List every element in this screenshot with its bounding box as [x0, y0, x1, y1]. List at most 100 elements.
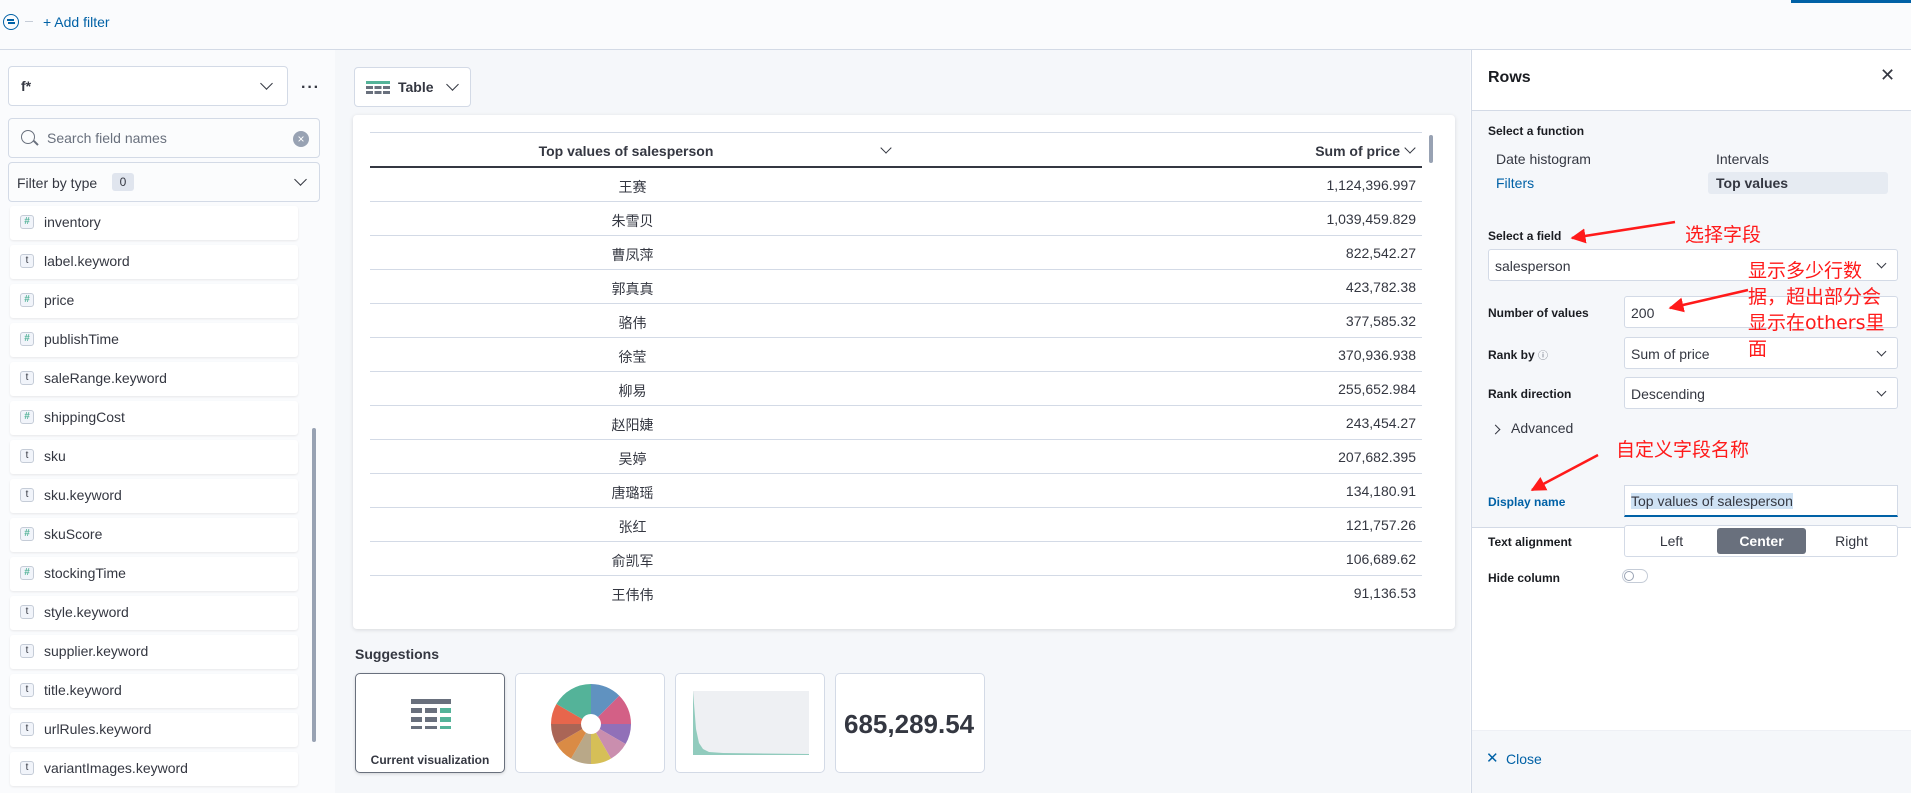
field-item[interactable]: t sku.keyword	[10, 479, 298, 513]
field-item[interactable]: t title.keyword	[10, 674, 298, 708]
close-icon[interactable]: ✕	[1880, 65, 1895, 86]
cell-sum: 1,124,396.997	[1326, 177, 1416, 193]
field-item[interactable]: t label.keyword	[10, 245, 298, 279]
table-header: Top values of salesperson Sum of price	[370, 132, 1422, 168]
string-type-icon: t	[20, 683, 34, 697]
cell-sum: 121,757.26	[1345, 517, 1416, 533]
cell-sum: 423,782.38	[1345, 279, 1416, 295]
field-item[interactable]: t saleRange.keyword	[10, 362, 298, 396]
field-item[interactable]: # publishTime	[10, 323, 298, 357]
info-icon[interactable]: ⓘ	[1538, 351, 1548, 362]
field-item[interactable]: # inventory	[10, 206, 298, 240]
field-item[interactable]: t urlRules.keyword	[10, 713, 298, 747]
hide-column-switch[interactable]	[1622, 569, 1648, 583]
rank-by-value: Sum of price	[1631, 346, 1710, 362]
field-list-sidebar: f* ··· Search field names × Filter by ty…	[0, 50, 335, 793]
field-name: skuScore	[44, 526, 103, 542]
filter-icon[interactable]	[3, 14, 19, 30]
search-field-names-input[interactable]: Search field names ×	[8, 118, 320, 158]
string-type-icon: t	[20, 605, 34, 619]
function-date-histogram[interactable]: Date histogram	[1496, 151, 1591, 167]
align-right-button[interactable]: Right	[1807, 526, 1896, 556]
align-left-button[interactable]: Left	[1627, 526, 1716, 556]
suggestion-current-visualization[interactable]: Current visualization	[355, 673, 505, 773]
column-menu-icon[interactable]	[880, 142, 892, 154]
field-list-scrollbar[interactable]	[312, 428, 316, 742]
suggestion-metric[interactable]: 685,289.54	[835, 673, 985, 773]
string-type-icon: t	[20, 449, 34, 463]
cell-salesperson: 骆伟	[618, 315, 647, 331]
field-item[interactable]: t style.keyword	[10, 596, 298, 630]
text-alignment-group: Left Center Right	[1624, 525, 1898, 557]
flyout-title: Rows	[1488, 69, 1531, 86]
cell-salesperson: 徐莹	[618, 349, 647, 365]
area-chart-thumbnail	[693, 691, 809, 755]
index-pattern-select[interactable]: f*	[8, 66, 288, 106]
close-button[interactable]: Close	[1506, 751, 1542, 767]
close-icon[interactable]: ✕	[1486, 749, 1499, 767]
select-field-label: Select a field	[1488, 229, 1562, 243]
chevron-down-icon	[294, 173, 307, 186]
suggestion-area-chart[interactable]	[675, 673, 825, 773]
clear-icon[interactable]: ×	[293, 131, 309, 147]
add-filter-link[interactable]: + Add filter	[43, 14, 110, 30]
cell-salesperson: 赵阳婕	[611, 417, 654, 433]
column-header-salesperson[interactable]: Top values of salesperson	[370, 143, 882, 159]
annotation-select-field: 选择字段	[1685, 224, 1762, 246]
field-name: inventory	[44, 214, 101, 230]
display-name-input[interactable]: Top values of salesperson	[1624, 485, 1898, 517]
field-name: urlRules.keyword	[44, 721, 152, 737]
field-item[interactable]: t variantImages.keyword	[10, 752, 298, 786]
string-type-icon: t	[20, 254, 34, 268]
more-options-icon[interactable]: ···	[301, 79, 320, 97]
number-type-icon: #	[20, 410, 34, 424]
field-name: shippingCost	[44, 409, 125, 425]
cell-salesperson: 王赛	[618, 179, 647, 195]
function-intervals[interactable]: Intervals	[1716, 151, 1769, 167]
table-row: 俞凯军 106,689.62	[370, 542, 1422, 576]
column-menu-icon[interactable]	[1404, 142, 1416, 154]
function-top-values[interactable]: Top values	[1708, 172, 1888, 194]
field-name: price	[44, 292, 75, 308]
number-type-icon: #	[20, 332, 34, 346]
rank-direction-value: Descending	[1631, 386, 1705, 402]
rank-by-label: Rank by ⓘ	[1488, 348, 1549, 362]
visualization-type-button[interactable]: Table	[354, 67, 471, 107]
align-center-button[interactable]: Center	[1717, 528, 1806, 554]
cell-salesperson: 朱雪贝	[611, 213, 654, 229]
field-item[interactable]: # stockingTime	[10, 557, 298, 591]
visualization-type-label: Table	[398, 79, 434, 95]
cell-sum: 1,039,459.829	[1326, 211, 1416, 227]
number-type-icon: #	[20, 566, 34, 580]
filter-by-type-button[interactable]: Filter by type 0	[8, 162, 320, 202]
field-name: stockingTime	[44, 565, 126, 581]
column-header-sum-of-price[interactable]: Sum of price	[1315, 143, 1400, 159]
rank-direction-label: Rank direction	[1488, 387, 1572, 401]
cell-sum: 377,585.32	[1345, 313, 1416, 329]
advanced-toggle[interactable]: Advanced	[1490, 420, 1573, 436]
cell-salesperson: 吴婷	[618, 451, 647, 467]
suggestion-donut-chart[interactable]	[515, 673, 665, 773]
cell-sum: 91,136.53	[1353, 585, 1416, 601]
cell-salesperson: 俞凯军	[611, 553, 654, 569]
field-item[interactable]: # price	[10, 284, 298, 318]
field-name: variantImages.keyword	[44, 760, 188, 776]
rank-direction-select[interactable]: Descending	[1624, 377, 1898, 409]
table-scrollbar[interactable]	[1429, 135, 1433, 163]
filter-count-badge: 0	[112, 173, 134, 191]
search-icon	[21, 130, 35, 144]
field-item[interactable]: # skuScore	[10, 518, 298, 552]
field-item[interactable]: t supplier.keyword	[10, 635, 298, 669]
field-name: style.keyword	[44, 604, 129, 620]
metric-value: 685,289.54	[844, 709, 975, 739]
cell-sum: 134,180.91	[1345, 483, 1416, 499]
search-placeholder: Search field names	[47, 130, 167, 146]
table-icon	[411, 699, 451, 729]
field-item[interactable]: t sku	[10, 440, 298, 474]
string-type-icon: t	[20, 722, 34, 736]
chevron-down-icon	[260, 77, 273, 90]
function-filters[interactable]: Filters	[1496, 175, 1534, 191]
number-of-values-label: Number of values	[1488, 306, 1589, 320]
annotation-number-of-values: 显示多少行数 据，超出部分会 显示在others里 面	[1748, 260, 1885, 360]
field-item[interactable]: # shippingCost	[10, 401, 298, 435]
